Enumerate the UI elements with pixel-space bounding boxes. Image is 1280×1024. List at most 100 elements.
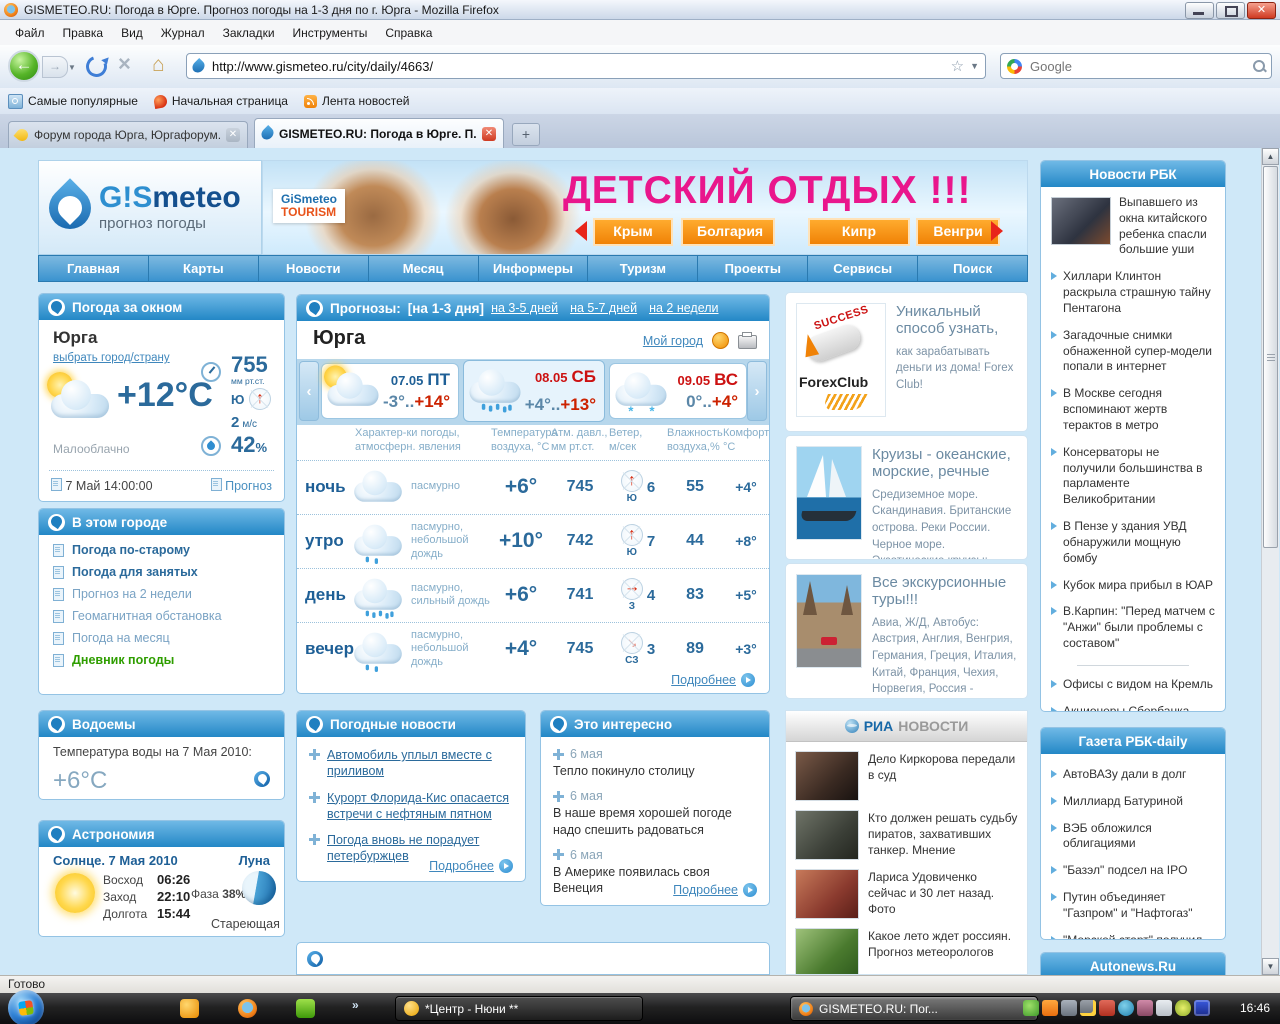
banner-arrow-right-icon[interactable] — [991, 221, 1003, 241]
interesting-item[interactable]: Тепло покинуло столицу — [553, 763, 757, 779]
interesting-more-link[interactable]: Подробнее — [673, 883, 738, 897]
link-two-week-forecast[interactable]: Прогноз на 2 недели — [53, 587, 284, 601]
ad-banner[interactable]: GiSmeteo TOURISM ДЕТСКИЙ ОТДЫХ !!! Крым … — [262, 160, 1028, 255]
link-month-weather[interactable]: Погода на месяц — [53, 631, 284, 645]
bookmark-star-icon[interactable]: ☆ — [951, 57, 964, 75]
stop-button[interactable]: × — [118, 51, 131, 77]
url-bar[interactable]: ☆ ▼ — [186, 53, 986, 79]
rbc-item[interactable]: В Москве сегодня вспоминают жертв теракт… — [1051, 386, 1215, 433]
bookmark-news-feed[interactable]: Лента новостей — [304, 94, 410, 108]
back-button[interactable] — [8, 50, 40, 82]
banner-button-crimea[interactable]: Крым — [593, 218, 673, 246]
link-weather-old-style[interactable]: Погода по-старому — [53, 543, 284, 557]
ad-tours[interactable]: Все экскурсионные туры!!! Авиа, Ж/Д, Авт… — [785, 563, 1028, 699]
range-link-3-5[interactable]: на 3-5 дней — [491, 301, 558, 315]
scroll-up-icon[interactable]: ▲ — [1262, 148, 1279, 165]
tab-gismeteo[interactable]: GISMETEO.RU: Погода в Юрге. П... ✕ — [254, 118, 504, 148]
tray-wireless-icon[interactable] — [1194, 1000, 1210, 1016]
rbc-daily-item[interactable]: "Базэл" подсел на IPO — [1051, 863, 1215, 879]
banner-button-bulgaria[interactable]: Болгария — [681, 218, 775, 246]
weather-news-link[interactable]: Автомобиль уплыл вместе с приливом — [327, 747, 513, 780]
my-city-link[interactable]: Мой город — [643, 334, 703, 348]
forecast-link[interactable]: Прогноз — [225, 479, 272, 493]
menu-view[interactable]: Вид — [112, 23, 152, 43]
nav-tourism[interactable]: Туризм — [588, 256, 698, 281]
history-dropdown-icon[interactable]: ▼ — [68, 63, 76, 72]
link-weather-busy[interactable]: Погода для занятых — [53, 565, 284, 579]
menu-help[interactable]: Справка — [376, 23, 441, 43]
menu-edit[interactable]: Правка — [54, 23, 113, 43]
tray-tools-icon[interactable] — [1137, 1000, 1153, 1016]
tray-network-icon[interactable] — [1061, 1000, 1077, 1016]
nav-services[interactable]: Сервисы — [808, 256, 918, 281]
scroll-days-left[interactable]: ‹ — [299, 361, 319, 421]
more-arrow-icon[interactable] — [499, 859, 513, 873]
rbc-daily-item[interactable]: АвтоВАЗу дали в долг — [1051, 767, 1215, 783]
close-button[interactable] — [1247, 2, 1276, 19]
ad-title[interactable]: Круизы - океанские, морские, речные — [872, 446, 1017, 481]
url-input[interactable] — [210, 58, 945, 75]
range-link-2weeks[interactable]: на 2 недели — [649, 301, 718, 315]
menu-history[interactable]: Журнал — [152, 23, 214, 43]
ria-item[interactable]: Какое лето ждет россиян. Прогноз метеоро… — [786, 919, 1027, 975]
rbc-item[interactable]: Акционеры Сбербанка принимают решение: п… — [1051, 704, 1215, 712]
quicklaunch-app2-icon[interactable] — [296, 999, 315, 1018]
weather-news-more-link[interactable]: Подробнее — [429, 859, 494, 873]
site-logo[interactable]: G!Smeteo прогноз погоды — [38, 160, 262, 255]
day-card-sunday[interactable]: 09.05ВС 0°..+4° — [609, 363, 747, 419]
day-card-friday[interactable]: 07.05ПТ -3°..+14° — [321, 363, 459, 419]
tray-volume-icon[interactable] — [1156, 1000, 1172, 1016]
rbc-item[interactable]: Консерваторы не получили большинства в п… — [1051, 445, 1215, 508]
banner-button-cyprus[interactable]: Кипр — [808, 218, 910, 246]
quicklaunch-firefox-icon[interactable] — [238, 999, 257, 1018]
rbc-daily-item[interactable]: Путин объединяет "Газпром" и "Нафтогаз" — [1051, 890, 1215, 922]
forward-button[interactable]: → — [42, 56, 68, 78]
tray-player-icon[interactable] — [1042, 1000, 1058, 1016]
tab-close-icon-active[interactable]: ✕ — [482, 127, 496, 141]
globe-icon[interactable] — [254, 771, 270, 787]
interesting-item[interactable]: В наше время хорошей погоде надо спешить… — [553, 805, 757, 838]
task-center-window[interactable]: *Центр - Нюни ** — [395, 996, 643, 1021]
nav-home[interactable]: Главная — [39, 256, 149, 281]
print-icon[interactable] — [738, 335, 757, 349]
home-button[interactable]: ⌂ — [152, 53, 165, 77]
help-icon[interactable] — [712, 332, 729, 349]
maximize-button[interactable] — [1216, 2, 1245, 19]
scrollbar[interactable]: ▲ ▼ — [1261, 148, 1279, 975]
rbc-daily-item[interactable]: "Морской старт" получил "Энергию" — [1051, 933, 1215, 940]
search-bar[interactable] — [1000, 53, 1272, 79]
nav-informers[interactable]: Информеры — [479, 256, 589, 281]
menu-file[interactable]: Файл — [6, 23, 54, 43]
rbc-item[interactable]: Хиллари Клинтон раскрыла страшную тайну … — [1051, 269, 1215, 316]
nav-search[interactable]: Поиск — [918, 256, 1027, 281]
ria-logo[interactable]: РИАНОВОСТИ — [786, 711, 1027, 742]
range-link-5-7[interactable]: на 5-7 дней — [570, 301, 637, 315]
scroll-days-right[interactable]: › — [747, 361, 767, 421]
tray-signal-icon[interactable] — [1080, 1000, 1096, 1016]
scroll-down-icon[interactable]: ▼ — [1262, 958, 1279, 975]
nav-maps[interactable]: Карты — [149, 256, 259, 281]
banner-button-hungary[interactable]: Венгри — [916, 218, 1000, 246]
nav-month[interactable]: Месяц — [369, 256, 479, 281]
link-geomagnetic[interactable]: Геомагнитная обстановка — [53, 609, 284, 623]
tray-camera-icon[interactable] — [1118, 1000, 1134, 1016]
nav-projects[interactable]: Проекты — [698, 256, 808, 281]
ria-item[interactable]: Лариса Удовиченко сейчас и 30 лет назад.… — [786, 860, 1027, 919]
url-dropdown-icon[interactable]: ▼ — [970, 61, 979, 71]
ad-title[interactable]: Все экскурсионные туры!!! — [872, 574, 1017, 609]
quicklaunch-app-icon[interactable] — [180, 999, 199, 1018]
minimize-button[interactable] — [1185, 2, 1214, 19]
rbc-item[interactable]: В Пензе у здания УВД обнаружили мощную б… — [1051, 519, 1215, 566]
scrollbar-thumb[interactable] — [1263, 166, 1278, 548]
ad-forex[interactable]: SUCCESS ForexClub Уникальный способ узна… — [785, 292, 1028, 432]
ria-item[interactable]: Кто должен решать судьбу пиратов, захват… — [786, 801, 1027, 860]
tab-close-icon[interactable]: ✕ — [226, 128, 240, 142]
day-card-saturday[interactable]: 08.05СБ +4°..+13° — [463, 360, 605, 422]
task-firefox-window[interactable]: GISMETEO.RU: Пог... — [790, 996, 1038, 1021]
quicklaunch-overflow[interactable]: » — [352, 998, 359, 1012]
more-arrow-icon[interactable] — [741, 673, 755, 687]
bookmark-most-popular[interactable]: Самые популярные — [8, 94, 138, 109]
search-input[interactable] — [1028, 58, 1247, 75]
choose-city-link[interactable]: выбрать город/страну — [53, 352, 170, 364]
rbc-item[interactable]: Кубок мира прибыл в ЮАР — [1051, 578, 1215, 594]
